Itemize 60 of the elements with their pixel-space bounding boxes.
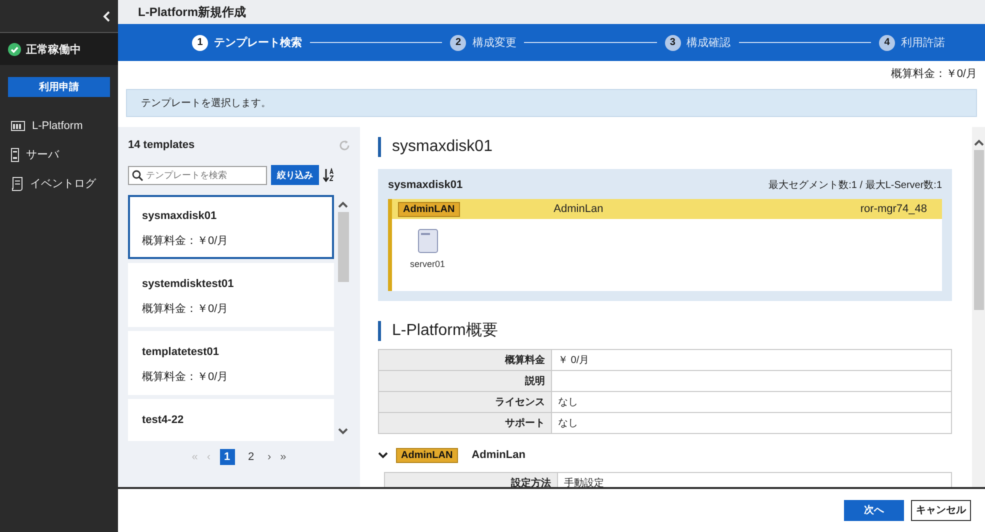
search-icon bbox=[132, 170, 143, 180]
step-label: 構成変更 bbox=[472, 36, 516, 50]
sidebar-item[interactable]: サーバ bbox=[26, 147, 59, 162]
scrollbar-thumb[interactable] bbox=[338, 212, 348, 282]
template-count: 14 templates bbox=[128, 139, 195, 151]
template-name: sysmaxdisk01 bbox=[388, 179, 463, 191]
step-number: 3 bbox=[664, 34, 681, 50]
cancel-button[interactable]: キャンセル bbox=[911, 500, 971, 520]
segment-name: AdminLan bbox=[472, 449, 526, 461]
limits-text: 最大セグメント数:1 / 最大L-Server数:1 bbox=[768, 178, 942, 192]
chevron-up-icon[interactable] bbox=[338, 201, 348, 208]
segment-tag: AdminLAN bbox=[398, 202, 460, 216]
template-card[interactable]: systemdisktest01 概算料金：￥0/月 bbox=[128, 263, 334, 327]
server-icon bbox=[11, 148, 19, 162]
table-cell: なし bbox=[552, 412, 952, 434]
table-label: 説明 bbox=[378, 370, 552, 392]
info-message: テンプレートを選択します。 bbox=[126, 89, 977, 117]
template-card[interactable]: sysmaxdisk01 概算料金：￥0/月 bbox=[128, 195, 334, 259]
template-card[interactable]: templatetest01 概算料金：￥0/月 bbox=[128, 331, 334, 395]
sort-icon[interactable] bbox=[323, 168, 335, 182]
next-button[interactable]: 次へ bbox=[844, 500, 904, 520]
check-circle-icon bbox=[8, 42, 21, 56]
filter-button[interactable]: 絞り込み bbox=[271, 165, 319, 185]
table-label: 概算料金 bbox=[378, 350, 552, 370]
search-field[interactable]: テンプレートを検索 bbox=[128, 166, 267, 184]
step-number: 1 bbox=[192, 34, 208, 50]
last-page-link[interactable]: » bbox=[280, 451, 286, 463]
page-title: L-Platform新規作成 bbox=[118, 0, 985, 24]
apply-button[interactable]: 利用申請 bbox=[8, 77, 110, 97]
step-number: 4 bbox=[878, 34, 895, 50]
page-link[interactable]: 1 bbox=[220, 449, 234, 465]
server-icon[interactable] bbox=[418, 229, 438, 253]
chevron-up-icon[interactable] bbox=[974, 139, 984, 146]
step-label: 構成確認 bbox=[686, 36, 731, 50]
table-label: ライセンス bbox=[378, 392, 552, 412]
next-page-link[interactable]: › bbox=[268, 451, 272, 463]
table-cell: ￥ 0/月 bbox=[552, 350, 952, 370]
step-number: 2 bbox=[450, 34, 466, 50]
section-heading: sysmaxdisk01 bbox=[378, 137, 952, 157]
table-label: サポート bbox=[378, 412, 552, 434]
sidebar-item[interactable]: イベントログ bbox=[30, 176, 96, 191]
chevron-down-icon[interactable] bbox=[378, 451, 388, 459]
segment-resource: ror-mgr74_48 bbox=[860, 203, 927, 215]
section-heading: L-Platform概要 bbox=[378, 321, 952, 341]
sidebar-item[interactable]: L-Platform bbox=[32, 120, 83, 132]
segment-tag: AdminLAN bbox=[396, 448, 458, 462]
server-label: server01 bbox=[410, 259, 446, 269]
status-text: 正常稼働中 bbox=[26, 42, 81, 56]
step-label: 利用許諾 bbox=[900, 36, 945, 50]
segment-name: AdminLan bbox=[554, 203, 604, 215]
chevron-down-icon[interactable] bbox=[338, 428, 348, 435]
collapse-icon[interactable] bbox=[103, 10, 110, 22]
estimated-fee: 概算料金：￥0/月 bbox=[890, 66, 977, 80]
scrollbar-thumb[interactable] bbox=[974, 150, 984, 310]
template-card[interactable]: test4-22 bbox=[128, 399, 334, 441]
step-label: テンプレート検索 bbox=[214, 36, 302, 50]
panel-icon bbox=[11, 120, 25, 130]
table-cell: なし bbox=[552, 392, 952, 412]
document-icon bbox=[11, 176, 23, 190]
page-link[interactable]: 2 bbox=[244, 449, 258, 465]
